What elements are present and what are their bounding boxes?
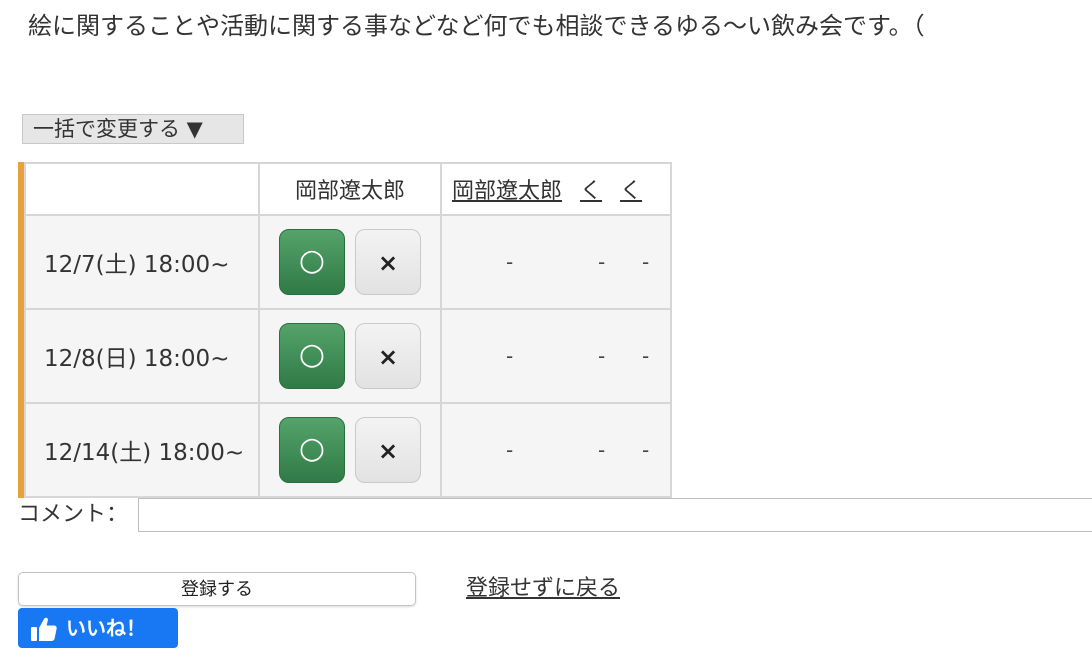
- other-answer: -: [506, 438, 514, 462]
- other-answer: -: [642, 344, 650, 368]
- own-name-header: 岡部遼太郎: [258, 162, 442, 216]
- attend-no-button[interactable]: ×: [355, 417, 421, 483]
- attend-yes-button[interactable]: ○: [279, 417, 345, 483]
- table-row: 12/8(日) 18:00~ ○ × - - -: [24, 308, 672, 404]
- vote-cell: ○ ×: [258, 402, 442, 498]
- thumbs-up-icon: [30, 615, 58, 641]
- others-answer-cell: - - -: [440, 402, 672, 498]
- others-answer-cell: - - -: [440, 308, 672, 404]
- participant-link-1[interactable]: 岡部遼太郎: [452, 179, 562, 204]
- date-cell: 12/14(土) 18:00~: [24, 402, 260, 498]
- event-description: 絵に関することや活動に関する事などなど何でも相談できるゆる〜い飲み会です。（: [28, 12, 925, 40]
- vote-cell: ○ ×: [258, 308, 442, 404]
- date-cell: 12/8(日) 18:00~: [24, 308, 260, 404]
- participant-link-3[interactable]: く: [620, 179, 642, 204]
- attend-no-button[interactable]: ×: [355, 229, 421, 295]
- date-cell: 12/7(土) 18:00~: [24, 214, 260, 310]
- schedule-answer-page: 絵に関することや活動に関する事などなど何でも相談できるゆる〜い飲み会です。（ 一…: [0, 0, 1092, 658]
- bulk-change-button[interactable]: 一括で変更する ▼: [22, 114, 244, 144]
- like-button[interactable]: いいね！: [18, 608, 178, 648]
- participant-link-2[interactable]: く: [580, 179, 602, 204]
- other-answer: -: [598, 250, 606, 274]
- other-answer: -: [598, 438, 606, 462]
- table-header-row: 岡部遼太郎 岡部遼太郎くく: [24, 162, 672, 216]
- attend-yes-button[interactable]: ○: [279, 323, 345, 389]
- schedule-table: 岡部遼太郎 岡部遼太郎くく 12/7(土) 18:00~ ○ × - - - 12…: [24, 162, 672, 498]
- like-label: いいね！: [66, 616, 146, 640]
- header-corner-cell: [24, 162, 260, 216]
- others-answer-cell: - - -: [440, 214, 672, 310]
- other-answer: -: [642, 438, 650, 462]
- table-row: 12/14(土) 18:00~ ○ × - - -: [24, 402, 672, 498]
- back-without-saving-link[interactable]: 登録せずに戻る: [466, 574, 620, 604]
- schedule-table-container: 岡部遼太郎 岡部遼太郎くく 12/7(土) 18:00~ ○ × - - - 12…: [18, 162, 672, 498]
- other-answer: -: [506, 344, 514, 368]
- other-answer: -: [506, 250, 514, 274]
- other-participants-header: 岡部遼太郎くく: [440, 162, 672, 216]
- other-answer: -: [598, 344, 606, 368]
- submit-button[interactable]: 登録する: [18, 572, 416, 606]
- comment-input[interactable]: [138, 498, 1092, 532]
- vote-cell: ○ ×: [258, 214, 442, 310]
- attend-yes-button[interactable]: ○: [279, 229, 345, 295]
- attend-no-button[interactable]: ×: [355, 323, 421, 389]
- comment-label: コメント：: [18, 502, 129, 527]
- other-answer: -: [642, 250, 650, 274]
- table-row: 12/7(土) 18:00~ ○ × - - -: [24, 214, 672, 310]
